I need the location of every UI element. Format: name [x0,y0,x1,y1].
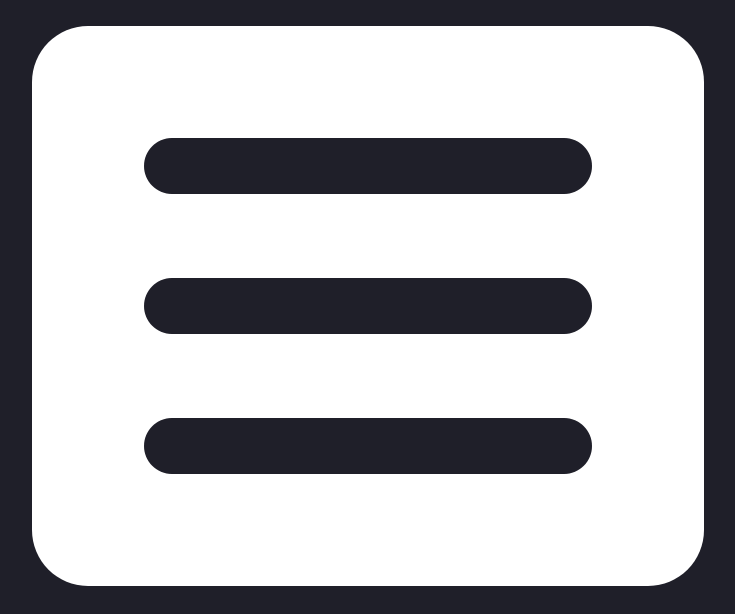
menu-button[interactable] [32,26,704,586]
hamburger-bar-bottom [144,418,592,474]
hamburger-bar-top [144,138,592,194]
hamburger-menu-icon [144,138,592,474]
hamburger-bar-middle [144,278,592,334]
screen-background [0,0,735,614]
